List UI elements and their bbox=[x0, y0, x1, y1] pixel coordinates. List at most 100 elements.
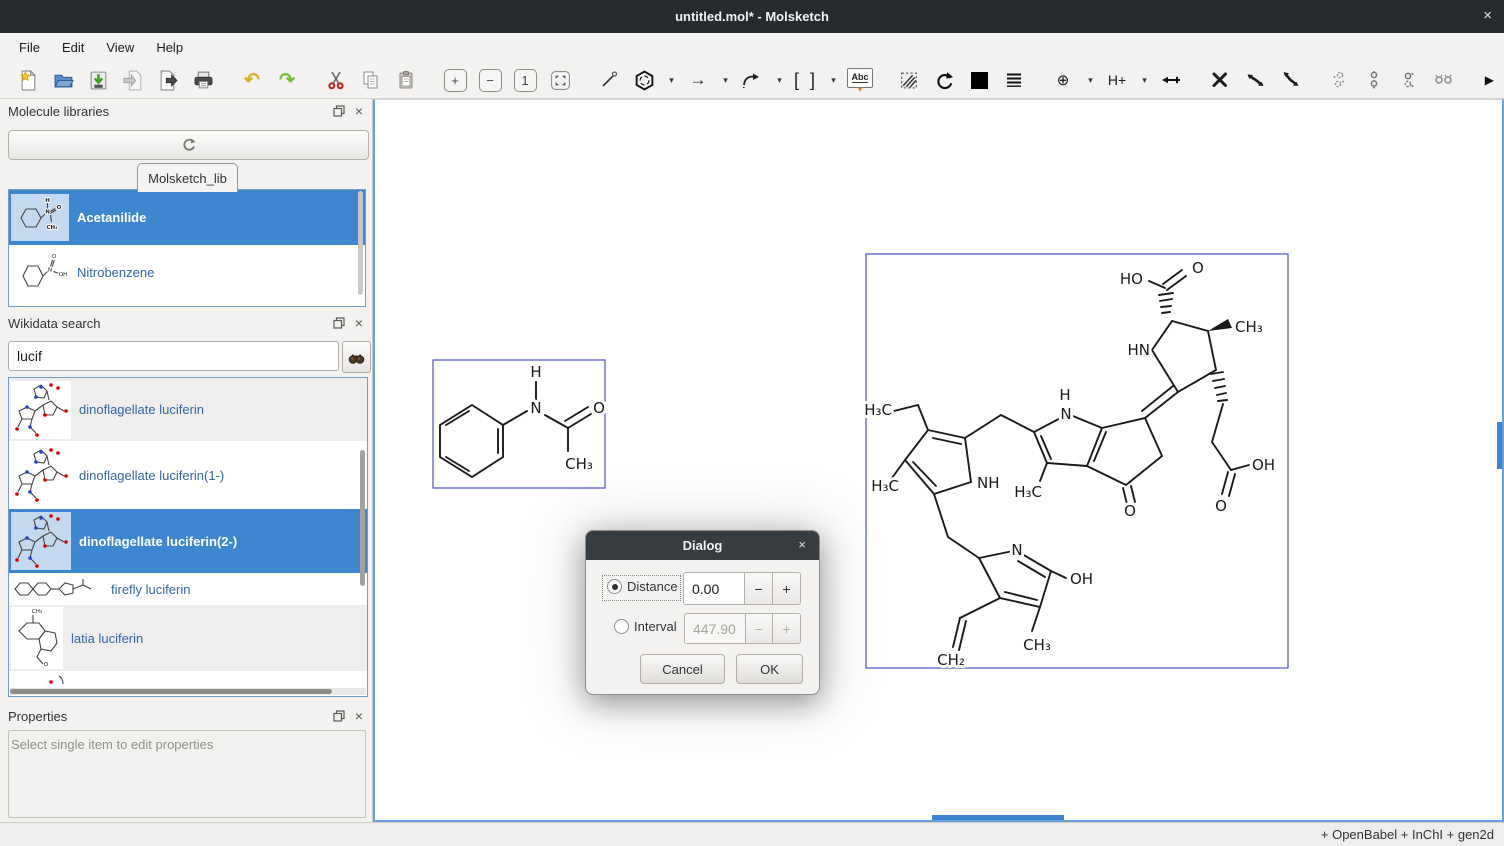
save-icon[interactable] bbox=[84, 67, 112, 94]
float-panel-icon[interactable] bbox=[333, 710, 345, 722]
svg-text:O: O bbox=[44, 662, 49, 668]
ok-button[interactable]: OK bbox=[736, 654, 803, 684]
results-horizontal-scrollbar[interactable] bbox=[10, 689, 332, 694]
undo-icon[interactable]: ↶ bbox=[238, 67, 266, 94]
charge-tool-icon[interactable]: ⊕ bbox=[1049, 67, 1077, 94]
chain-tool-1-icon[interactable] bbox=[1325, 67, 1353, 94]
interval-decrement-button[interactable]: − bbox=[745, 614, 773, 643]
menu-edit[interactable]: Edit bbox=[51, 36, 95, 59]
svg-text:CH₃: CH₃ bbox=[46, 225, 58, 231]
paste-icon[interactable] bbox=[392, 67, 420, 94]
color-icon[interactable] bbox=[965, 67, 993, 94]
cut-icon[interactable] bbox=[322, 67, 350, 94]
zoom-fit-icon[interactable] bbox=[546, 67, 574, 94]
float-panel-icon[interactable] bbox=[333, 105, 345, 117]
distance-radio[interactable] bbox=[607, 579, 622, 594]
distance-value[interactable]: 0.00 bbox=[684, 573, 744, 604]
canvas-horizontal-scrollbar[interactable] bbox=[932, 815, 1064, 820]
chain-tool-2-icon[interactable] bbox=[1360, 67, 1388, 94]
new-document-icon[interactable] bbox=[14, 67, 42, 94]
ring-dropdown-icon[interactable]: ▾ bbox=[665, 67, 678, 94]
tab-molsketch-lib[interactable]: Molsketch_lib bbox=[137, 163, 238, 192]
add-hydrogen-dropdown-icon[interactable]: ▾ bbox=[1138, 67, 1151, 94]
wikidata-search-button[interactable] bbox=[342, 341, 371, 373]
zoom-in-icon[interactable]: + bbox=[441, 67, 469, 94]
list-item-nitrobenzene[interactable]: N O OH Nitrobenzene bbox=[9, 245, 365, 300]
remove-hydrogen-icon[interactable] bbox=[1157, 67, 1185, 94]
toolbar-expand-icon[interactable]: ▶ bbox=[1485, 73, 1494, 87]
redo-icon[interactable]: ↷ bbox=[273, 67, 301, 94]
list-item-label: Acetanilide bbox=[77, 210, 146, 225]
arrow-tool-1-icon[interactable] bbox=[1241, 67, 1269, 94]
molecule-acetanilide[interactable]: H N O CH₃ bbox=[433, 360, 605, 488]
statusbar-text: + OpenBabel + InChI + gen2d bbox=[1321, 827, 1494, 842]
cancel-button[interactable]: Cancel bbox=[640, 654, 725, 684]
line-width-icon[interactable] bbox=[1000, 67, 1028, 94]
copy-icon[interactable] bbox=[357, 67, 385, 94]
mechanism-selection-icon[interactable] bbox=[895, 67, 923, 94]
refresh-library-button[interactable] bbox=[8, 130, 369, 160]
molecule-thumbnail: CH₃ O bbox=[11, 607, 63, 669]
chain-tool-3-icon[interactable] bbox=[1395, 67, 1423, 94]
interval-radio[interactable] bbox=[614, 619, 629, 634]
print-icon[interactable] bbox=[189, 67, 217, 94]
result-dinoflagellate-luciferin[interactable]: dinoflagellate luciferin bbox=[9, 378, 367, 441]
results-vertical-scrollbar[interactable] bbox=[360, 450, 365, 586]
svg-text:N: N bbox=[1060, 405, 1071, 423]
menubar: File Edit View Help bbox=[0, 33, 1504, 62]
distance-interval-dialog: Dialog × Distance 0.00 − + Interval 447.… bbox=[585, 530, 820, 695]
curved-arrow-dropdown-icon[interactable]: ▾ bbox=[773, 67, 786, 94]
close-panel-icon[interactable]: × bbox=[355, 104, 363, 118]
bracket-dropdown-icon[interactable]: ▾ bbox=[827, 67, 840, 94]
dialog-close-icon[interactable]: × bbox=[798, 537, 806, 552]
list-item-label: Nitrobenzene bbox=[77, 265, 154, 280]
library-scrollbar[interactable] bbox=[358, 191, 363, 295]
menu-file[interactable]: File bbox=[8, 36, 51, 59]
interval-increment-button[interactable]: + bbox=[772, 614, 800, 643]
molecule-dinoflagellate-luciferin[interactable]: HO O CH₃ HN H N H₃C H₃C NH H₃C O OH O N … bbox=[864, 254, 1288, 669]
draw-bond-icon[interactable] bbox=[595, 67, 623, 94]
close-panel-icon[interactable]: × bbox=[355, 316, 363, 330]
result-latia-luciferin[interactable]: CH₃ O latia luciferin bbox=[9, 605, 367, 671]
result-dinoflagellate-luciferin-2[interactable]: dinoflagellate luciferin(2-) bbox=[9, 509, 367, 573]
add-hydrogen-icon[interactable]: H+ bbox=[1103, 67, 1131, 94]
drawing-canvas[interactable]: H N O CH₃ bbox=[373, 99, 1504, 822]
float-panel-icon[interactable] bbox=[333, 317, 345, 329]
dialog-titlebar[interactable]: Dialog × bbox=[586, 531, 819, 560]
close-panel-icon[interactable]: × bbox=[355, 709, 363, 723]
zoom-original-icon[interactable]: 1 bbox=[511, 67, 539, 94]
chain-tool-4-icon[interactable] bbox=[1430, 67, 1458, 94]
menu-help[interactable]: Help bbox=[145, 36, 194, 59]
result-partial-item[interactable] bbox=[9, 671, 367, 689]
charge-dropdown-icon[interactable]: ▾ bbox=[1084, 67, 1097, 94]
result-firefly-luciferin[interactable]: firefly luciferin bbox=[9, 573, 367, 605]
wikidata-search-input[interactable] bbox=[8, 341, 339, 371]
rotate-icon[interactable] bbox=[930, 67, 958, 94]
curved-arrow-icon[interactable] bbox=[738, 67, 766, 94]
import-icon[interactable] bbox=[119, 67, 147, 94]
open-file-icon[interactable] bbox=[49, 67, 77, 94]
reaction-arrow-icon[interactable]: → bbox=[684, 67, 712, 94]
result-dinoflagellate-luciferin-1[interactable]: dinoflagellate luciferin(1-) bbox=[9, 441, 367, 509]
export-icon[interactable] bbox=[154, 67, 182, 94]
svg-text:CH₂: CH₂ bbox=[937, 651, 965, 669]
arrow-tool-2-icon[interactable] bbox=[1276, 67, 1304, 94]
delete-icon[interactable] bbox=[1206, 67, 1234, 94]
distance-decrement-button[interactable]: − bbox=[744, 573, 772, 604]
bracket-tool-icon[interactable]: [ ] bbox=[792, 67, 820, 94]
interval-spinbox[interactable]: 447.90 − + bbox=[684, 613, 801, 644]
arrow-dropdown-icon[interactable]: ▾ bbox=[719, 67, 732, 94]
distance-increment-button[interactable]: + bbox=[772, 573, 800, 604]
interval-label: Interval bbox=[634, 619, 677, 634]
window-close-icon[interactable]: × bbox=[1483, 7, 1492, 24]
zoom-out-icon[interactable]: − bbox=[476, 67, 504, 94]
svg-text:CH₃: CH₃ bbox=[1023, 636, 1051, 654]
menu-view[interactable]: View bbox=[95, 36, 145, 59]
ring-tool-icon[interactable] bbox=[630, 67, 658, 94]
titlebar[interactable]: untitled.mol* - Molsketch × bbox=[0, 0, 1504, 33]
canvas-vertical-scrollbar[interactable] bbox=[1497, 422, 1502, 469]
distance-spinbox[interactable]: 0.00 − + bbox=[683, 572, 801, 605]
text-tool-icon[interactable]: Abc ▾ bbox=[846, 67, 874, 94]
svg-text:HO: HO bbox=[1120, 270, 1143, 288]
list-item-acetanilide[interactable]: N H O CH₃ Acetanilide bbox=[9, 190, 365, 245]
